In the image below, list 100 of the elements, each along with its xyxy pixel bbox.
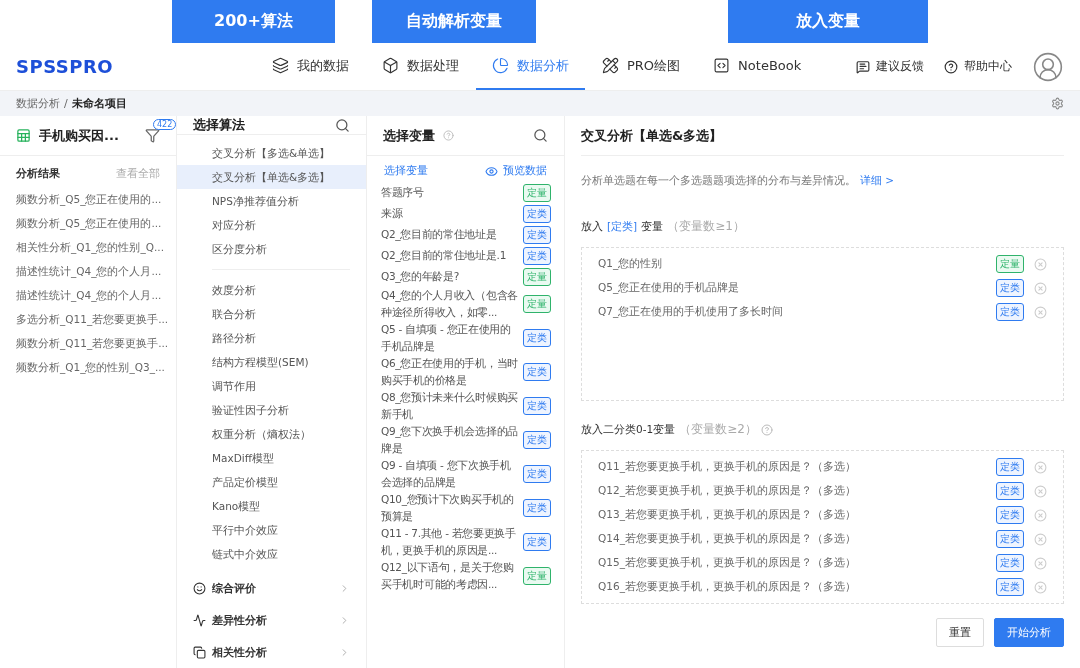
category-item[interactable]: 差异性分析 [177, 604, 366, 636]
start-button[interactable]: 开始分析 [994, 618, 1064, 647]
algorithm-item[interactable]: MaxDiff模型 [177, 446, 366, 470]
remove-icon[interactable] [1034, 580, 1047, 594]
drop-zone[interactable]: Q1_您的性别 定量 Q5_您正在使用的手机品牌是 定类 Q7_您正在使用的手机使用了多长时间 定类 [581, 247, 1064, 401]
variable-name: Q13_若您要更换手机，更换手机的原因是？（多选） [598, 508, 857, 522]
detail-link[interactable]: 详细 > [860, 174, 895, 186]
variable-name[interactable]: Q5 - 自填项 - 您正在使用的手机品牌是 [381, 321, 519, 355]
avatar-icon[interactable] [1032, 50, 1064, 83]
help-icon[interactable] [760, 423, 773, 436]
result-item[interactable]: 相关性分析_Q1_您的性别_Q... [0, 235, 176, 259]
nav-tab[interactable]: 数据处理 [366, 43, 475, 90]
settings-icon[interactable] [1051, 97, 1064, 110]
type-tag: 定类 [523, 465, 551, 483]
variable-name: Q12_若您要更换手机，更换手机的原因是？（多选） [598, 484, 857, 498]
variable-name[interactable]: Q11 - 7.其他 - 若您要更换手机，更换手机的原因是... [381, 525, 519, 559]
algorithm-item[interactable]: 产品定价模型 [177, 470, 366, 494]
result-item[interactable]: 描述性统计_Q4_您的个人月... [0, 259, 176, 283]
algorithm-item[interactable]: 链式中介效应 [177, 542, 366, 566]
eye-icon [485, 164, 498, 178]
algorithm-item[interactable]: 权重分析（熵权法） [177, 422, 366, 446]
algorithm-item[interactable]: Kano模型 [177, 494, 366, 518]
remove-icon[interactable] [1034, 460, 1047, 474]
variable-name[interactable]: Q8_您预计未来什么时候购买新手机 [381, 389, 519, 423]
remove-icon[interactable] [1034, 532, 1047, 546]
algorithm-item[interactable]: 验证性因子分析 [177, 398, 366, 422]
logo[interactable]: SPSSPRO [16, 56, 256, 77]
variable-name[interactable]: Q2_您目前的常住地址是.1 [381, 247, 519, 264]
drop-zone[interactable]: Q11_若您要更换手机，更换手机的原因是？（多选） 定类 Q12_若您要更换手机，更换手机的原因是？（多选） 定类 Q13_若您要更换手机，更换手机的原因是？（多选） 定类 Q14_若您要更换手机，更换手机的原因是？（多选） 定类 Q15_若您要更换手机，更换手机的原因是？（多选） 定类 Q16_若您要更换手机，更换手机的原因是？（多选） 定类 [581, 450, 1064, 604]
algorithm-item[interactable]: 平行中介效应 [177, 518, 366, 542]
header-link[interactable]: 建议反馈 [856, 58, 924, 75]
help-icon [944, 59, 958, 74]
layers-icon [272, 57, 289, 74]
algorithm-item[interactable]: 结构方程模型(SEM) [177, 350, 366, 374]
type-tag: 定类 [996, 506, 1024, 524]
type-tag: 定类 [523, 225, 551, 244]
variable-name[interactable]: Q3_您的年龄是? [381, 268, 519, 285]
variable-name: Q14_若您要更换手机，更换手机的原因是？（多选） [598, 532, 857, 546]
remove-icon[interactable] [1034, 556, 1047, 570]
remove-icon[interactable] [1034, 305, 1047, 319]
nav-tab[interactable]: PRO绘图 [586, 43, 697, 90]
algorithm-item[interactable]: 效度分析 [177, 278, 366, 302]
nav-tab[interactable]: NoteBook [697, 43, 818, 90]
reset-button[interactable]: 重置 [936, 618, 984, 647]
algorithm-item[interactable]: 交叉分析【单选&多选】 [177, 165, 366, 189]
smile-icon [193, 581, 206, 595]
search-icon[interactable] [335, 117, 350, 133]
variable-name[interactable]: Q9 - 自填项 - 您下次换手机会选择的品牌是 [381, 457, 519, 491]
algorithm-item[interactable]: 路径分析 [177, 326, 366, 350]
section-label: 变量 [641, 219, 664, 234]
header-link[interactable]: 帮助中心 [944, 58, 1012, 75]
algorithm-item[interactable]: NPS净推荐值分析 [177, 189, 366, 213]
variable-name: Q11_若您要更换手机，更换手机的原因是？（多选） [598, 460, 857, 474]
result-item[interactable]: 频数分析_Q1_您的性别_Q3_... [0, 355, 176, 379]
variable-name[interactable]: Q10_您预计下次购买手机的预算是 [381, 491, 519, 525]
preview-link[interactable]: 预览数据 [485, 164, 547, 178]
algorithm-item[interactable]: 调节作用 [177, 374, 366, 398]
variable-name: Q7_您正在使用的手机使用了多长时间 [598, 305, 785, 319]
type-tag: 定类 [996, 303, 1024, 321]
variable-name[interactable]: Q4_您的个人月收入（包含各种途径所得收入，如零... [381, 287, 519, 321]
type-tag: 定量 [996, 255, 1024, 273]
nav-tab[interactable]: 我的数据 [256, 43, 365, 90]
algorithm-item[interactable]: 联合分析 [177, 302, 366, 326]
category-item[interactable]: 相关性分析 [177, 636, 366, 668]
filter-icon[interactable] [145, 128, 160, 143]
result-item[interactable]: 频数分析_Q5_您正在使用的... [0, 211, 176, 235]
variable-name[interactable]: Q2_您目前的常住地址是 [381, 226, 519, 243]
variable-name[interactable]: 答题序号 [381, 184, 519, 201]
algorithm-item[interactable]: 区分度分析 [177, 237, 366, 261]
type-tag: 定类 [523, 499, 551, 517]
search-icon[interactable] [533, 128, 548, 143]
variable-name[interactable]: Q6_您正在使用的手机，当时购买手机的价格是 [381, 355, 519, 389]
type-tag: 定量 [523, 183, 551, 202]
remove-icon[interactable] [1034, 484, 1047, 498]
breadcrumb-separator: / [64, 97, 68, 110]
algorithm-item[interactable]: 交叉分析【多选&单选】 [177, 141, 366, 165]
breadcrumb-item[interactable]: 未命名项目 [71, 96, 127, 111]
callout-banner: 自动解析变量 [372, 0, 536, 43]
variable-name[interactable]: 来源 [381, 205, 519, 222]
breadcrumb-item[interactable]: 数据分析 [16, 96, 60, 111]
result-item[interactable]: 多选分析_Q11_若您要更换手... [0, 307, 176, 331]
result-item[interactable]: 频数分析_Q5_您正在使用的... [0, 187, 176, 211]
remove-icon[interactable] [1034, 281, 1047, 295]
type-tag: 定类 [996, 554, 1024, 572]
chart-icon [193, 613, 206, 627]
type-tag: 定类 [996, 482, 1024, 500]
help-icon[interactable] [443, 130, 454, 141]
cube-icon [382, 57, 399, 74]
result-item[interactable]: 频数分析_Q11_若您要更换手... [0, 331, 176, 355]
category-item[interactable]: 综合评价 [177, 572, 366, 604]
callout-banner: 放入变量 [728, 0, 928, 43]
result-item[interactable]: 描述性统计_Q4_您的个人月... [0, 283, 176, 307]
variable-name[interactable]: Q9_您下次换手机会选择的品牌是 [381, 423, 519, 457]
remove-icon[interactable] [1034, 508, 1047, 522]
type-tag: 定类 [523, 329, 551, 347]
algorithm-item[interactable]: 对应分析 [177, 213, 366, 237]
type-tag: 定类 [523, 533, 551, 551]
section-label: 放入 [581, 219, 603, 234]
variable-name[interactable]: Q12_以下语句，是关于您购买手机时可能的考虑因... [381, 559, 519, 593]
remove-icon[interactable] [1034, 257, 1047, 271]
